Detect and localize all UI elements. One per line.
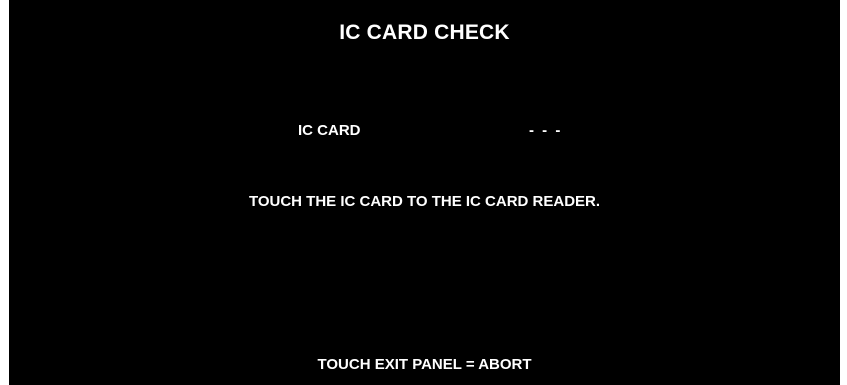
page-title: IC CARD CHECK — [339, 21, 510, 44]
ic-card-check-screen: IC CARD CHECK IC CARD - - - TOUCH THE IC… — [9, 0, 840, 385]
instruction-text: TOUCH THE IC CARD TO THE IC CARD READER. — [248, 193, 601, 210]
ic-card-status-value: - - - — [529, 122, 563, 139]
ic-card-status-label: IC CARD — [298, 122, 361, 139]
ic-card-status-row: IC CARD - - - — [9, 120, 840, 142]
exit-panel-hint: TOUCH EXIT PANEL = ABORT — [317, 356, 532, 373]
